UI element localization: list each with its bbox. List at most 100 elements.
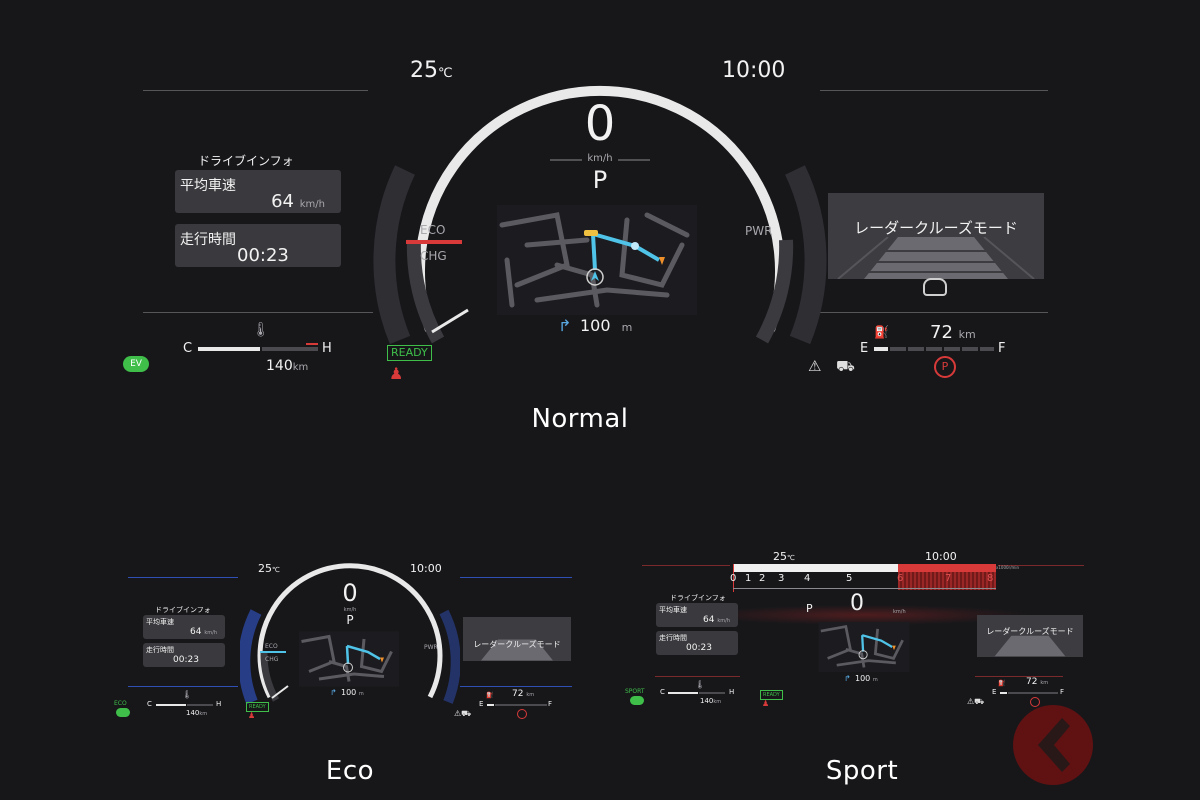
tach-label-6: 6 bbox=[897, 573, 904, 584]
nav-distance-unit: m bbox=[621, 321, 633, 334]
coolant-temp-icon: 🌡 bbox=[252, 322, 270, 338]
pre-collision-icon: ⚠ bbox=[808, 357, 822, 375]
needle-rest bbox=[431, 308, 469, 334]
tach-label-2: 2 bbox=[759, 573, 766, 584]
fuel-range-unit: km bbox=[1040, 680, 1049, 686]
waypoint-marker bbox=[631, 242, 639, 250]
sport-mode-badge: SPORT bbox=[625, 688, 645, 695]
fuel-e: E bbox=[992, 688, 997, 696]
fuel-range: 72 km bbox=[512, 689, 534, 699]
ev-range-unit: km bbox=[292, 362, 309, 373]
nav-distance: 100 m bbox=[341, 688, 364, 697]
fuel-range-value: 72 bbox=[512, 689, 524, 699]
avg-speed-panel: 平均車速 64 km/h bbox=[175, 170, 341, 213]
fuel-f: F bbox=[998, 341, 1006, 356]
coolant-bar-fill bbox=[668, 692, 698, 694]
ev-mode-icon: EV bbox=[123, 356, 149, 372]
eco-label: ECO bbox=[420, 223, 446, 237]
fuel-e: E bbox=[479, 700, 484, 708]
outside-temperature: 25℃ bbox=[773, 550, 795, 563]
ev-mode-icon bbox=[116, 708, 130, 717]
ev-range-value: 140 bbox=[266, 358, 293, 374]
drive-time-panel: 走行時間 00:23 bbox=[175, 224, 341, 267]
fuel-pump-icon: ⛽ bbox=[998, 680, 1006, 687]
site-logo bbox=[1013, 705, 1093, 785]
cruise-mode-label: レーダークルーズモード bbox=[854, 219, 1018, 237]
avg-speed-value: 64 bbox=[190, 627, 202, 637]
ready-indicator: READY bbox=[387, 345, 432, 361]
gear-indicator: P bbox=[346, 613, 354, 627]
ev-range-unit: km bbox=[199, 711, 208, 717]
tach-label-3: 3 bbox=[778, 573, 785, 584]
fuel-range-value: 72 bbox=[930, 322, 953, 343]
parking-brake-icon: P bbox=[934, 356, 956, 378]
eco-mode-badge: ECO bbox=[114, 700, 127, 707]
ev-range-value: 140 bbox=[700, 697, 714, 705]
fuel-f: F bbox=[1060, 688, 1065, 696]
avg-speed-label: 平均車速 bbox=[146, 618, 174, 626]
turn-right-icon: ↱ bbox=[844, 674, 851, 683]
drive-time-panel: 走行時間 00:23 bbox=[143, 643, 225, 667]
fuel-pump-icon: ⛽ bbox=[874, 325, 889, 339]
poi-marker bbox=[584, 230, 598, 236]
drive-time-label: 走行時間 bbox=[180, 232, 236, 248]
seatbelt-warning-icon: ♟ bbox=[762, 699, 770, 708]
ev-range: 140km bbox=[266, 358, 308, 374]
fuel-range-value: 72 bbox=[1026, 677, 1038, 687]
navigation-map bbox=[497, 205, 697, 315]
fuel-bar-fill bbox=[874, 347, 888, 351]
coolant-h: H bbox=[322, 341, 332, 356]
speed-unit: km/h bbox=[587, 153, 613, 164]
drive-info-title: ドライブインフォ bbox=[155, 606, 211, 614]
lane-assist-icon: ⛟ bbox=[836, 357, 855, 375]
fuel-range: 72 km bbox=[930, 322, 976, 343]
cruise-panel: レーダークルーズモード bbox=[463, 617, 571, 661]
turn-right-icon: ↱ bbox=[330, 688, 337, 697]
tach-bar-normal bbox=[733, 564, 898, 572]
fuel-e: E bbox=[860, 341, 869, 356]
coolant-hot-marker bbox=[306, 343, 318, 345]
fuel-bar-fill bbox=[1000, 692, 1007, 694]
avg-speed-unit: km/h bbox=[299, 199, 325, 210]
drive-time-value: 00:23 bbox=[173, 655, 199, 665]
avg-speed-unit: km/h bbox=[717, 618, 730, 624]
pwr-label: PWR bbox=[745, 224, 773, 238]
ev-mode-icon bbox=[630, 696, 644, 705]
avg-speed-unit: km/h bbox=[204, 630, 217, 636]
divider bbox=[128, 577, 238, 578]
divider bbox=[128, 686, 238, 687]
ev-range: 140km bbox=[186, 709, 207, 717]
gear-indicator: P bbox=[592, 166, 608, 194]
site-logo-text bbox=[1100, 716, 1190, 776]
ev-range-value: 140 bbox=[186, 709, 200, 717]
nav-distance-value: 100 bbox=[580, 316, 611, 335]
divider bbox=[820, 312, 1048, 313]
coolant-c: C bbox=[147, 700, 152, 708]
pwr-label: PWR bbox=[424, 644, 438, 651]
pre-collision-icon: ⚠⛟ bbox=[454, 709, 472, 718]
cruise-panel: レーダークルーズモード bbox=[828, 193, 1044, 279]
speed-value: 0 bbox=[584, 96, 616, 152]
speed-unit: km/h bbox=[893, 609, 906, 615]
navigation-map bbox=[818, 622, 910, 672]
outer-sweep bbox=[373, 165, 415, 345]
sport-caption: Sport bbox=[825, 756, 899, 786]
avg-speed: 64 km/h bbox=[271, 191, 325, 212]
clock: 10:00 bbox=[925, 550, 957, 563]
nav-distance-unit: m bbox=[872, 677, 878, 683]
fuel-bar-fill bbox=[487, 704, 494, 706]
fuel-range: 72 km bbox=[1026, 677, 1048, 687]
nav-distance-unit: m bbox=[358, 691, 364, 697]
ev-range-unit: km bbox=[713, 699, 722, 705]
speed-value: 0 bbox=[342, 579, 358, 607]
eco-caption: Eco bbox=[325, 756, 375, 786]
fuel-bar-track bbox=[890, 347, 994, 351]
coolant-h: H bbox=[729, 688, 735, 696]
cruise-panel: レーダークルーズモード bbox=[977, 615, 1083, 657]
coolant-bar-fill bbox=[198, 347, 260, 351]
fuel-range-unit: km bbox=[526, 692, 535, 698]
coolant-temp-icon: 🌡 bbox=[182, 690, 193, 699]
fuel-f: F bbox=[548, 700, 553, 708]
seatbelt-warning-icon: ♟ bbox=[389, 364, 404, 383]
avg-speed: 64 km/h bbox=[190, 627, 217, 637]
